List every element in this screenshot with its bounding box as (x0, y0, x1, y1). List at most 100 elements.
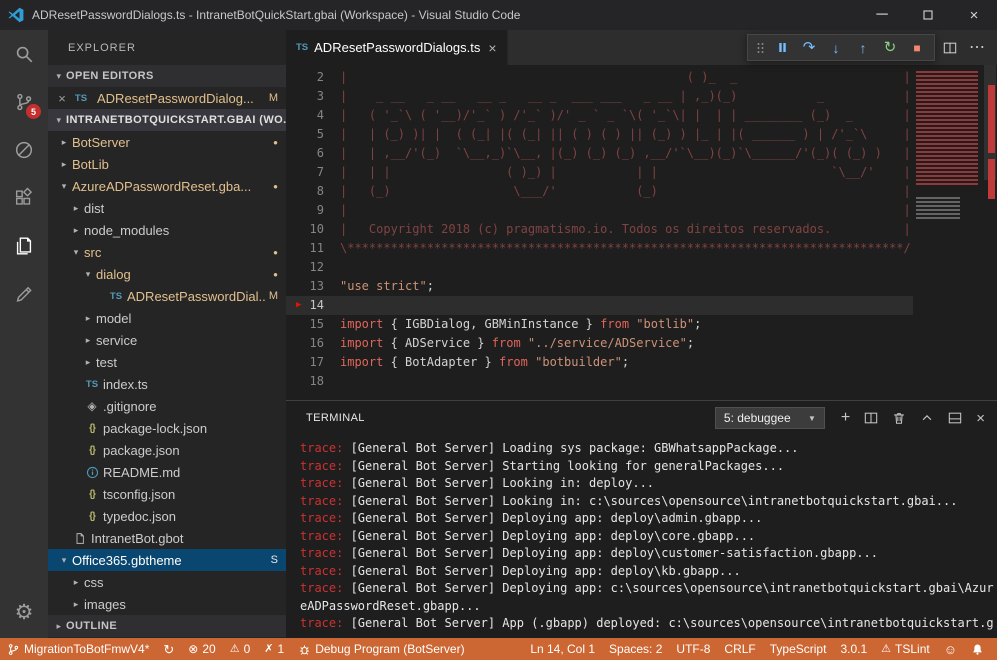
terminal-selector-dropdown[interactable]: 5: debuggee ▼ (715, 407, 825, 429)
code-line-8[interactable]: 8| (_) \___/' (_) | (286, 182, 997, 201)
log-level-trace: trace: (300, 459, 351, 473)
close-icon[interactable]: × (56, 91, 68, 106)
maximize-panel-button[interactable] (920, 411, 934, 425)
tree-item-gitignore[interactable]: ◈.gitignore (48, 395, 286, 417)
open-editors-header[interactable]: ▾ OPEN EDITORS (48, 65, 286, 87)
explorer-files-icon[interactable] (0, 222, 48, 270)
debug-program-status[interactable]: Debug Program (BotServer) (291, 638, 471, 660)
code-line-17[interactable]: 17import { BotAdapter } from "botbuilder… (286, 353, 997, 372)
code-line-11[interactable]: 11\*************************************… (286, 239, 997, 258)
drag-handle-icon[interactable] (753, 36, 767, 60)
code-line-4[interactable]: 4| ( '_`\ ( '__)/'_` ) /'_` )/' _ ` _ `\… (286, 106, 997, 125)
sync-status[interactable]: ↻ (156, 638, 181, 660)
code-line-15[interactable]: 15import { IGBDialog, GBMinInstance } fr… (286, 315, 997, 334)
tree-item-images[interactable]: ▸images (48, 593, 286, 615)
restart-button[interactable]: ↻ (878, 36, 902, 60)
new-terminal-button[interactable]: + (841, 410, 850, 426)
code-line-12[interactable]: 12 (286, 258, 997, 277)
tree-item-service[interactable]: ▸service (48, 329, 286, 351)
minimize-button[interactable]: ─ (859, 0, 905, 30)
indentation[interactable]: Spaces: 2 (602, 638, 669, 660)
split-editor-button[interactable] (943, 41, 957, 55)
close-tab-icon[interactable]: × (488, 40, 496, 56)
version[interactable]: 3.0.1 (833, 638, 874, 660)
tree-item-package-json[interactable]: {}package.json (48, 439, 286, 461)
tree-item-azureadpasswordreset-gba[interactable]: ▾AzureADPasswordReset.gba...● (48, 175, 286, 197)
step-out-button[interactable]: ↑ (851, 36, 875, 60)
split-terminal-button[interactable] (864, 411, 878, 425)
cursor-position[interactable]: Ln 14, Col 1 (523, 638, 602, 660)
code-editor[interactable]: 2| ( )_ _ |3| _ __ _ __ __ _ __ _ ___ __… (286, 65, 997, 400)
tree-item-intranetbot-gbot[interactable]: IntranetBot.gbot (48, 527, 286, 549)
terminal-tab[interactable]: TERMINAL (306, 412, 365, 424)
git-branch-status[interactable]: MigrationToBotFmwV4* (0, 638, 156, 660)
eol-sequence[interactable]: CRLF (717, 638, 762, 660)
panel-position-button[interactable] (948, 411, 962, 425)
encoding[interactable]: UTF-8 (669, 638, 717, 660)
code-line-7[interactable]: 7| | | ( )_) | | | `\__/' | (286, 163, 997, 182)
stop-button[interactable]: ■ (905, 36, 929, 60)
modified-dot-icon: ● (269, 248, 278, 257)
tslint-status[interactable]: ⚠TSLint (874, 638, 937, 660)
maximize-button[interactable] (905, 0, 951, 30)
debug-icon[interactable] (0, 126, 48, 174)
open-editors-label: OPEN EDITORS (66, 70, 154, 82)
terminal-output[interactable]: trace: [General Bot Server] Loading sys … (286, 435, 997, 638)
language-mode[interactable]: TypeScript (763, 638, 834, 660)
tree-item-readme-md[interactable]: README.md (48, 461, 286, 483)
tree-item-dialog[interactable]: ▾dialog● (48, 263, 286, 285)
terminal-text: [General Bot Server] Deploying app: depl… (351, 529, 756, 543)
code-line-5[interactable]: 5| | (_) )| | ( (_| |( (_| || ( ) ( ) ||… (286, 125, 997, 144)
pause-button[interactable] (770, 36, 794, 60)
feedback-smiley[interactable]: ☺ (937, 638, 964, 660)
tree-item-botserver[interactable]: ▸BotServer● (48, 131, 286, 153)
tree-item-adresetpassworddial[interactable]: TSADResetPasswordDial...M (48, 285, 286, 307)
code-line-16[interactable]: 16import { ADService } from "../service/… (286, 334, 997, 353)
code-line-13[interactable]: 13"use strict"; (286, 277, 997, 296)
notifications-bell[interactable] (964, 638, 991, 660)
tree-item-office365-gbtheme[interactable]: ▾Office365.gbthemeS (48, 549, 286, 571)
code-line-9[interactable]: 9| | (286, 201, 997, 220)
tree-item-node-modules[interactable]: ▸node_modules (48, 219, 286, 241)
step-over-button[interactable]: ↷ (797, 36, 821, 60)
tree-item-package-lock-json[interactable]: {}package-lock.json (48, 417, 286, 439)
minimap[interactable] (913, 65, 983, 400)
code-line-14[interactable]: 14▶ (286, 296, 997, 315)
modified-dot-icon: ● (269, 270, 278, 279)
tree-item-dist[interactable]: ▸dist (48, 197, 286, 219)
more-actions-button[interactable]: ⋯ (969, 40, 985, 56)
source-control-icon[interactable]: 5 (0, 78, 48, 126)
kill-terminal-button[interactable] (892, 411, 906, 425)
tree-item-model[interactable]: ▸model (48, 307, 286, 329)
step-into-button[interactable]: ↓ (824, 36, 848, 60)
tree-item-tsconfig-json[interactable]: {}tsconfig.json (48, 483, 286, 505)
outline-header[interactable]: ▸ OUTLINE (48, 615, 286, 637)
close-button[interactable]: × (951, 0, 997, 30)
tree-item-typedoc-json[interactable]: {}typedoc.json (48, 505, 286, 527)
workspace-header[interactable]: ▾ INTRANETBOTQUICKSTART.GBAI (WO... (48, 109, 286, 131)
search-icon[interactable] (0, 30, 48, 78)
code-line-3[interactable]: 3| _ __ _ __ __ _ __ _ ___ ___ _ __ | ,_… (286, 87, 997, 106)
minimap-code-block (916, 197, 960, 221)
tab-adresetpassworddialogs[interactable]: TS ADResetPasswordDialogs.ts × (286, 30, 508, 65)
warnings-status[interactable]: ⚠0 (223, 638, 258, 660)
close-panel-button[interactable]: × (976, 411, 985, 426)
code-line-18[interactable]: 18 (286, 372, 997, 391)
code-line-6[interactable]: 6| | ,__/'(_) `\__,_)`\__, |(_) (_) (_) … (286, 144, 997, 163)
code-line-2[interactable]: 2| ( )_ _ | (286, 68, 997, 87)
open-editor-item[interactable]: × TS ADResetPasswordDialog... M (48, 87, 286, 109)
tree-item-css[interactable]: ▸css (48, 571, 286, 593)
edit-icon[interactable] (0, 270, 48, 318)
errors-status[interactable]: ⊗20 (181, 638, 222, 660)
code-line-10[interactable]: 10| Copyright 2018 (c) pragmatismo.io. T… (286, 220, 997, 239)
extensions-icon[interactable] (0, 174, 48, 222)
tree-item-src[interactable]: ▾src● (48, 241, 286, 263)
tree-item-index-ts[interactable]: TSindex.ts (48, 373, 286, 395)
tasks-status[interactable]: ✗1 (257, 638, 291, 660)
tree-item-botlib[interactable]: ▸BotLib (48, 153, 286, 175)
settings-gear-icon[interactable]: ⚙ (0, 592, 48, 632)
line-number: 10 (286, 220, 340, 239)
overview-ruler[interactable] (983, 65, 997, 400)
code-text: import { BotAdapter } from "botbuilder"; (340, 353, 629, 372)
tree-item-test[interactable]: ▸test (48, 351, 286, 373)
